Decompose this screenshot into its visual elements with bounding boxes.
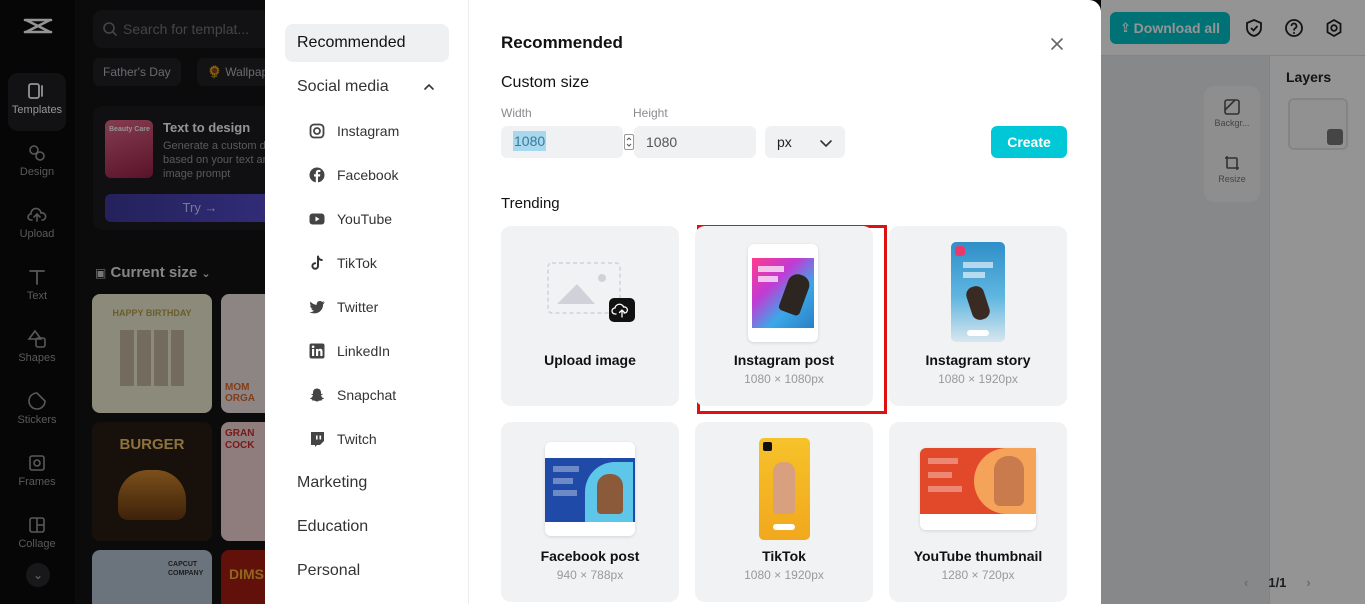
card-dimensions: 1080 × 1920px: [938, 372, 1018, 386]
card-name: Instagram story: [925, 352, 1031, 368]
card-name: YouTube thumbnail: [913, 548, 1043, 564]
nav-item-label: LinkedIn: [337, 343, 390, 359]
card-name: Instagram post: [733, 352, 835, 368]
width-spinner[interactable]: [624, 134, 634, 150]
chevron-up-icon: [424, 83, 434, 90]
trending-heading: Trending: [501, 195, 560, 212]
facebook-post-card[interactable]: Facebook post 940 × 788px: [501, 422, 679, 602]
new-design-modal: Recommended Social media Instagram Faceb…: [265, 0, 1101, 604]
instagram-post-image: [752, 258, 814, 328]
instagram-icon: [309, 123, 325, 139]
nav-personal[interactable]: Personal: [285, 552, 449, 590]
youtube-icon: [309, 213, 325, 225]
width-selected-text: 1080: [513, 131, 547, 151]
nav-recommended[interactable]: Recommended: [285, 24, 449, 62]
instagram-post-card[interactable]: Instagram post 1080 × 1080px: [695, 226, 873, 406]
create-button[interactable]: Create: [991, 126, 1067, 158]
nav-item-label: Facebook: [337, 167, 399, 183]
close-icon[interactable]: [1047, 34, 1067, 54]
height-label: Height: [633, 106, 668, 120]
facebook-post-image: [545, 458, 635, 522]
facebook-post-preview: [545, 442, 635, 536]
linkedin-icon: [309, 343, 325, 359]
snapchat-icon: [310, 388, 324, 402]
instagram-story-preview: [951, 242, 1005, 342]
nav-tiktok[interactable]: TikTok: [309, 251, 377, 275]
nav-linkedin[interactable]: LinkedIn: [309, 339, 390, 363]
height-field[interactable]: [634, 126, 756, 158]
nav-item-label: YouTube: [337, 211, 393, 227]
unit-select[interactable]: px: [765, 126, 845, 158]
nav-facebook[interactable]: Facebook: [309, 163, 398, 187]
youtube-thumbnail-card[interactable]: YouTube thumbnail 1280 × 720px: [889, 422, 1067, 602]
tiktok-card[interactable]: TikTok 1080 × 1920px: [695, 422, 873, 602]
youtube-thumbnail-image: [920, 448, 1036, 514]
nav-social-media[interactable]: Social media: [285, 68, 449, 106]
tiktok-preview: [759, 438, 810, 540]
nav-item-label: Instagram: [337, 123, 400, 139]
card-name: TikTok: [762, 548, 806, 564]
card-name: Facebook post: [540, 548, 640, 564]
width-label: Width: [501, 106, 532, 120]
card-dimensions: 1280 × 720px: [941, 568, 1015, 582]
modal-main: Recommended Custom size Width Height 108…: [469, 0, 1101, 604]
twitter-icon: [309, 301, 325, 314]
nav-item-label: Snapchat: [337, 387, 397, 403]
instagram-post-preview: [748, 244, 818, 342]
nav-youtube[interactable]: YouTube: [309, 207, 392, 231]
card-dimensions: 1080 × 1080px: [744, 372, 824, 386]
spinner-arrows-icon: [626, 137, 632, 147]
facebook-icon: [309, 167, 325, 183]
custom-size-heading: Custom size: [501, 74, 590, 91]
card-dimensions: 940 × 788px: [556, 568, 624, 582]
nav-item-label: Twitter: [337, 299, 379, 315]
youtube-thumbnail-preview: [920, 448, 1036, 530]
chevron-down-icon: [820, 140, 832, 148]
nav-social-media-label: Social media: [297, 78, 389, 95]
nav-instagram[interactable]: Instagram: [309, 119, 399, 143]
modal-title: Recommended: [501, 33, 623, 52]
nav-marketing[interactable]: Marketing: [285, 464, 449, 502]
unit-value: px: [777, 134, 792, 150]
instagram-story-card[interactable]: Instagram story 1080 × 1920px: [889, 226, 1067, 406]
upload-image-card[interactable]: Upload image: [501, 226, 679, 406]
nav-education[interactable]: Education: [285, 508, 449, 546]
nav-snapchat[interactable]: Snapchat: [309, 383, 396, 407]
nav-twitch[interactable]: Twitch: [309, 427, 377, 451]
nav-item-label: TikTok: [337, 255, 377, 271]
card-name: Upload image: [544, 352, 636, 368]
twitch-icon: [311, 432, 324, 447]
card-dimensions: 1080 × 1920px: [744, 568, 824, 582]
tiktok-icon: [311, 255, 323, 270]
modal-category-nav: Recommended Social media Instagram Faceb…: [265, 0, 469, 604]
nav-item-label: Twitch: [337, 431, 377, 447]
image-placeholder-icon: [547, 262, 635, 322]
nav-twitter[interactable]: Twitter: [309, 295, 378, 319]
